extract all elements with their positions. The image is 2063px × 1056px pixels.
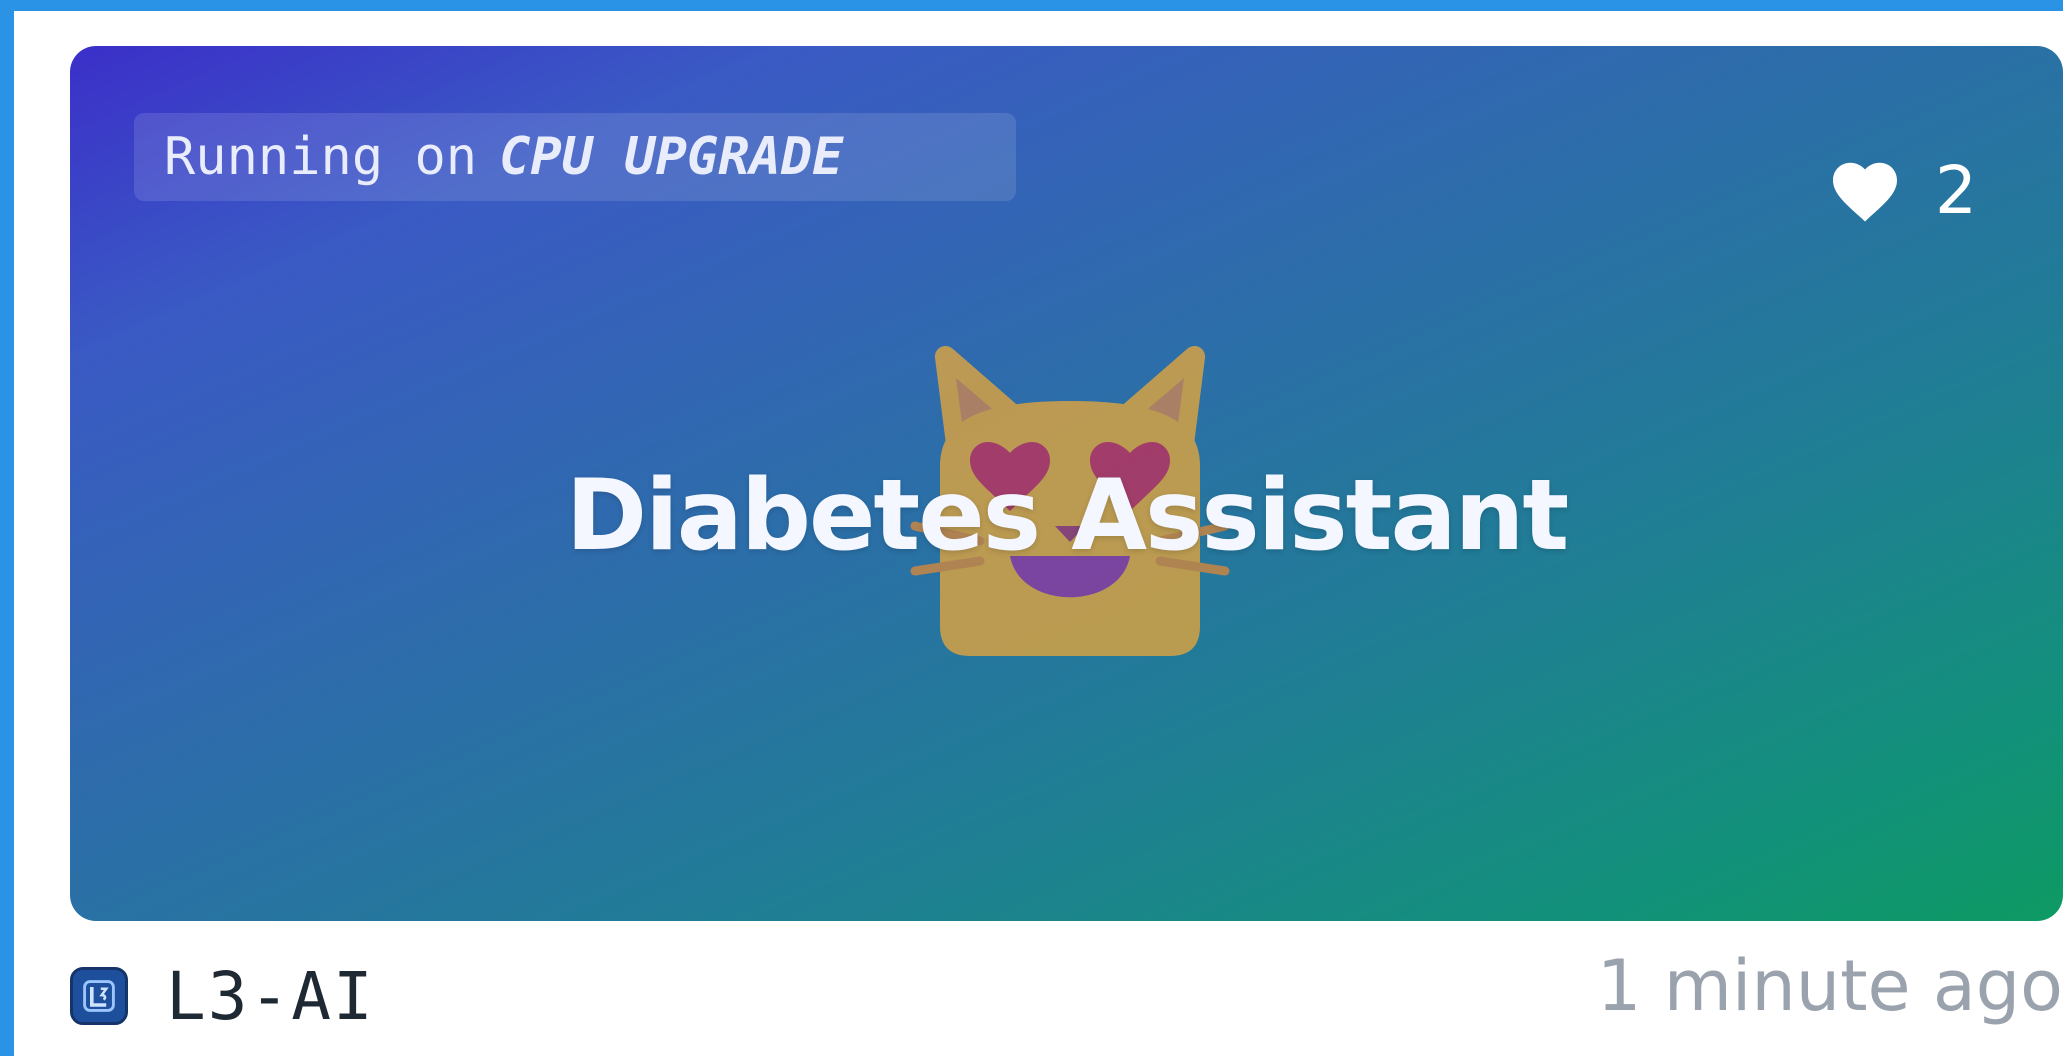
organization-logo-icon <box>83 980 115 1012</box>
updated-timestamp: 1 minute ago <box>1596 945 2063 1027</box>
likes-counter[interactable]: 2 <box>1829 146 1977 236</box>
space-card[interactable]: Running on CPU UPGRADE 2 Diabetes Assist… <box>70 46 2063 1046</box>
author-name[interactable]: L3-AI <box>166 958 375 1035</box>
space-card-banner[interactable]: Running on CPU UPGRADE 2 Diabetes Assist… <box>70 46 2063 921</box>
heart-icon <box>1833 162 1897 222</box>
hardware-badge-prefix: Running on <box>164 127 478 187</box>
space-card-footer: L3-AI 1 minute ago <box>70 951 2063 1041</box>
space-author[interactable]: L3-AI <box>70 951 375 1041</box>
likes-count: 2 <box>1935 152 1977 229</box>
organization-avatar-icon <box>70 967 128 1025</box>
space-title: Diabetes Assistant <box>565 459 1569 573</box>
hardware-badge-value: CPU UPGRADE <box>499 127 844 187</box>
page-frame: Running on CPU UPGRADE 2 Diabetes Assist… <box>14 11 2063 1056</box>
hardware-badge: Running on CPU UPGRADE <box>134 113 1016 201</box>
